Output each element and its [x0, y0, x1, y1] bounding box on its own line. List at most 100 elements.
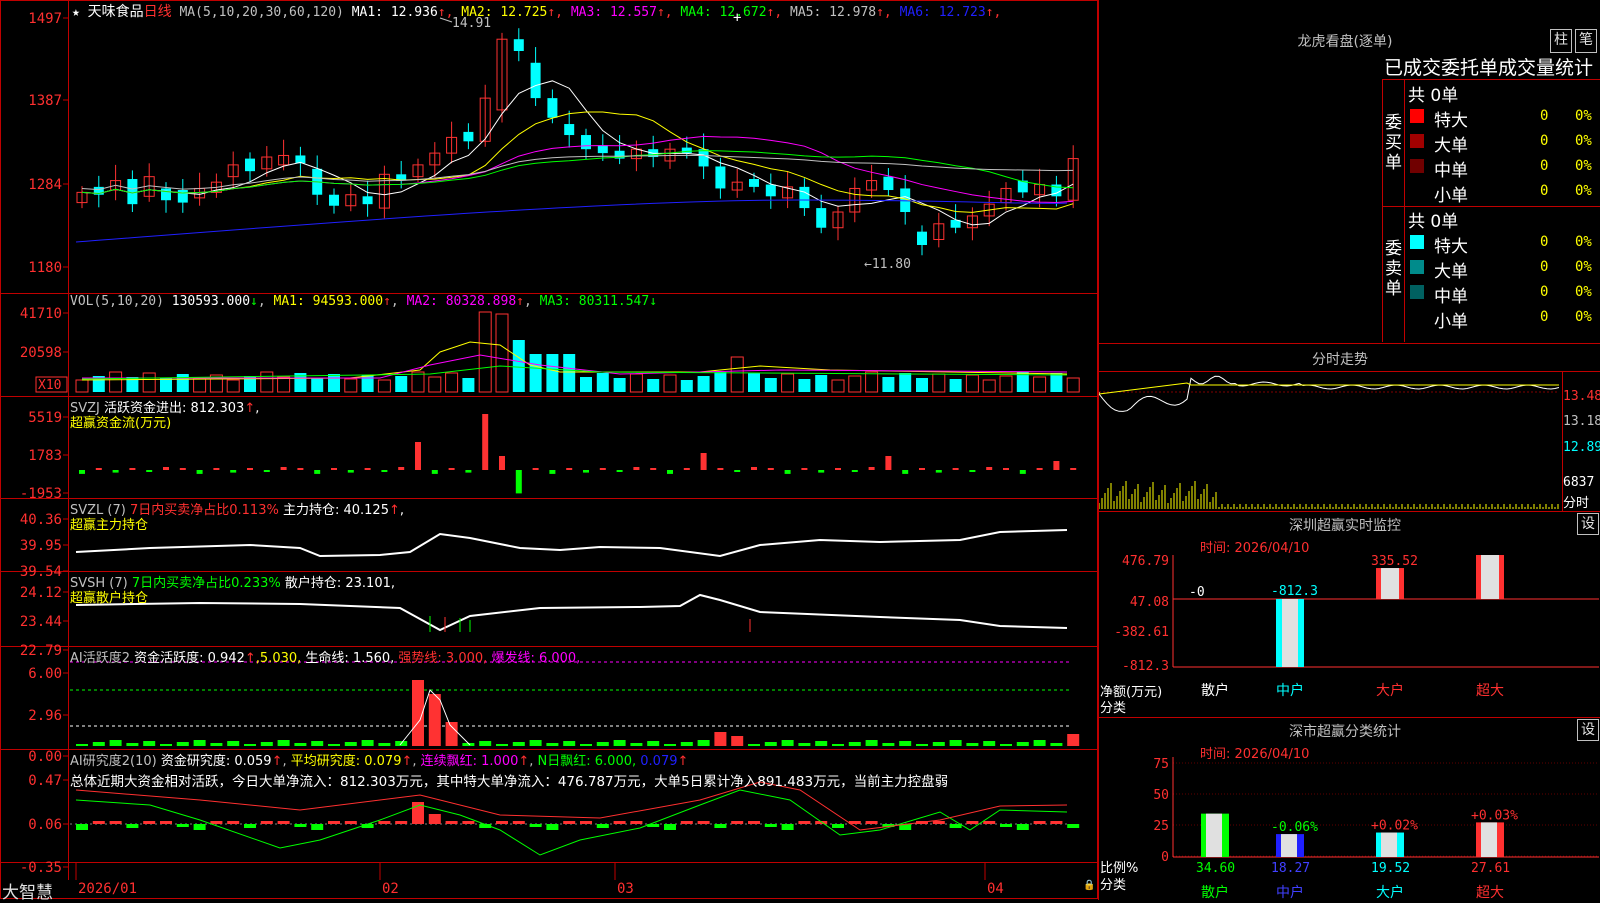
buy-row-percent: 0% [1575, 108, 1592, 124]
svsh-y-label-0: 24.12 [20, 585, 62, 601]
ai-active-bar [445, 722, 458, 746]
svzj-y-label-2: -1953 [20, 486, 62, 502]
svzj-bar-pos [1003, 468, 1009, 470]
sell-row-percent: 0% [1575, 234, 1592, 250]
research-bar-pos [160, 821, 172, 824]
research-bar-pos [748, 821, 760, 824]
ai-active-v2: ,5.030, [255, 651, 302, 666]
research-bar-neg [311, 824, 324, 830]
sz-classify-settings-button[interactable]: 设 [1577, 719, 1599, 741]
ai-active-header: AI活跃度2 资金活跃度: 0.942↑,5.030, 生命线: 1.560, … [70, 647, 580, 666]
svzj-bar-neg [515, 470, 522, 494]
svzl-y-label-2: 39.54 [20, 564, 62, 580]
ma-value-2: MA2: 12.725 [461, 5, 548, 20]
svzj-bar-neg [935, 470, 942, 473]
vol-bar-up [142, 372, 156, 393]
vol-ma2: MA2: 80328.898 [406, 294, 517, 309]
svzj-bar-pos [650, 468, 657, 470]
svzj-bar-pos [835, 468, 841, 470]
svzj-bar-neg [818, 470, 825, 473]
sell-color-swatch [1410, 260, 1424, 274]
vol-ma1: MA1: 94593.000 [273, 294, 384, 309]
vol-bar-down [680, 380, 693, 392]
vol-bar-up [982, 379, 996, 393]
tick-view-button[interactable]: 笔 [1575, 29, 1597, 53]
buy-row-label: 中单 [1434, 161, 1468, 181]
vol-bar-down [596, 373, 609, 392]
svzj-bar-pos [532, 468, 539, 470]
svsh-y-label-2: 22.79 [20, 643, 62, 659]
intraday-price-low: 12.89 [1563, 440, 1600, 455]
ai-research-header: AI研究度2(10) 资金研究度: 0.059↑, 平均研究度: 0.079↑,… [70, 754, 689, 769]
svzj-bar-neg [431, 470, 438, 474]
research-bar-pos [1050, 821, 1063, 824]
research-bar-neg [781, 824, 794, 830]
ai-active-bar [798, 743, 811, 746]
svzj-bar-pos [331, 468, 337, 470]
ma-arrow-5: ↑, [876, 5, 900, 20]
sz-monitor-category: 散户 [1201, 682, 1229, 699]
ai-research-summary: 总体近期大资金相对活跃，今日大单净流入：812.303万元，其中特大单净流入：4… [70, 774, 949, 790]
svzj-bar-neg [196, 470, 203, 474]
lock-icon[interactable]: 🔒 [1083, 880, 1095, 891]
svzj-bar-neg [734, 470, 741, 472]
buy-row-label: 特大 [1434, 111, 1468, 131]
candle-down [715, 166, 726, 189]
ai-y-label-2: 0.00 [28, 749, 62, 765]
ai-active-bar [932, 742, 945, 746]
intraday-title: 分时走势 [1312, 352, 1368, 368]
ai-active-bar [916, 744, 928, 746]
ai-active-title: AI活跃度2 [70, 651, 130, 666]
svzj-subtitle: 超赢资金流(万元) [70, 416, 172, 431]
research-bar-neg [764, 824, 777, 827]
ma-value-6: MA6: 12.723 [899, 5, 986, 20]
vol-bar-up [848, 375, 862, 393]
ai-active-bar [664, 744, 676, 746]
ai-research-title: AI研究度2(10) [70, 754, 157, 769]
research-bar-neg [664, 824, 676, 830]
svsh-line [75, 593, 1068, 632]
bar-view-button[interactable]: 柱 [1550, 29, 1572, 53]
ai-active-bar [109, 740, 122, 746]
svzj-bar-pos [448, 468, 455, 470]
vol-y-label-1: 20598 [20, 345, 62, 361]
sell-row-label: 大单 [1434, 262, 1468, 282]
candle-down [329, 194, 339, 206]
ai-research-cont: 连续飘红: 1.000 [420, 754, 519, 769]
vol-bar-down [647, 379, 660, 392]
svzj-bar-pos [868, 467, 875, 470]
ai-active-bar [1033, 740, 1046, 746]
stock-name[interactable]: 天味食品 [88, 4, 144, 20]
vol-bar-up [109, 371, 123, 393]
vol-bar-up [999, 375, 1013, 393]
svzj-bar-neg [263, 470, 270, 472]
svzj-bar-pos [801, 468, 808, 470]
research-bar-pos [563, 821, 576, 824]
research-bar-neg [546, 824, 559, 830]
vol-ma2-arrow: ↑ [516, 294, 524, 309]
ai-active-bar [580, 744, 592, 746]
sz-classify-y-label: 25 [1153, 819, 1169, 834]
candle-down [530, 62, 541, 99]
period-label[interactable]: 日线 [144, 4, 172, 20]
svzj-bar-neg [314, 470, 321, 474]
vol-bar-down [160, 378, 172, 392]
kline-header: ★ 天味食品日线 MA(5,10,20,30,60,120) MA1: 12.9… [72, 1, 1001, 21]
research-bar-pos [512, 821, 525, 824]
sz-monitor-chart: 476.79 47.08 -382.61 -812.3 -0 散户 -812.3 中户 335.… [1114, 555, 1599, 699]
sz-monitor-category: 大户 [1376, 682, 1404, 699]
sz-monitor-settings-button[interactable]: 设 [1577, 513, 1599, 535]
svzj-bar-pos [885, 456, 892, 470]
favorite-star-icon[interactable]: ★ [72, 5, 80, 20]
intraday-chart[interactable] [1099, 372, 1559, 510]
sell-row-count: 0 [1540, 284, 1549, 300]
svzj-bar-pos [482, 414, 489, 470]
svzj-bar-pos [415, 442, 421, 470]
vol-bar-down [764, 378, 777, 392]
low-marker: ←11.80 [864, 257, 911, 272]
res-y-label-0: 0.47 [28, 773, 62, 789]
svzj-bar-pos [683, 468, 690, 470]
ai-research-value: 资金研究度: 0.059 [160, 754, 272, 769]
research-bar-neg [244, 824, 256, 828]
svzj-bar-pos [247, 468, 253, 470]
